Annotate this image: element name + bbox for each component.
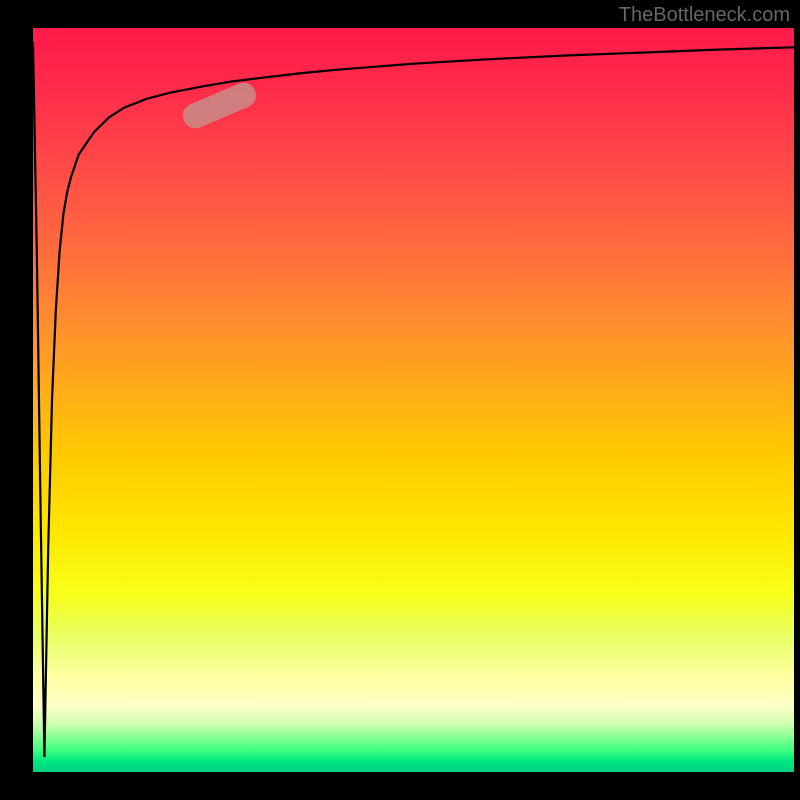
bottleneck-chart — [33, 28, 794, 772]
watermark-text: TheBottleneck.com — [619, 4, 790, 27]
bottleneck-curve — [33, 43, 794, 757]
